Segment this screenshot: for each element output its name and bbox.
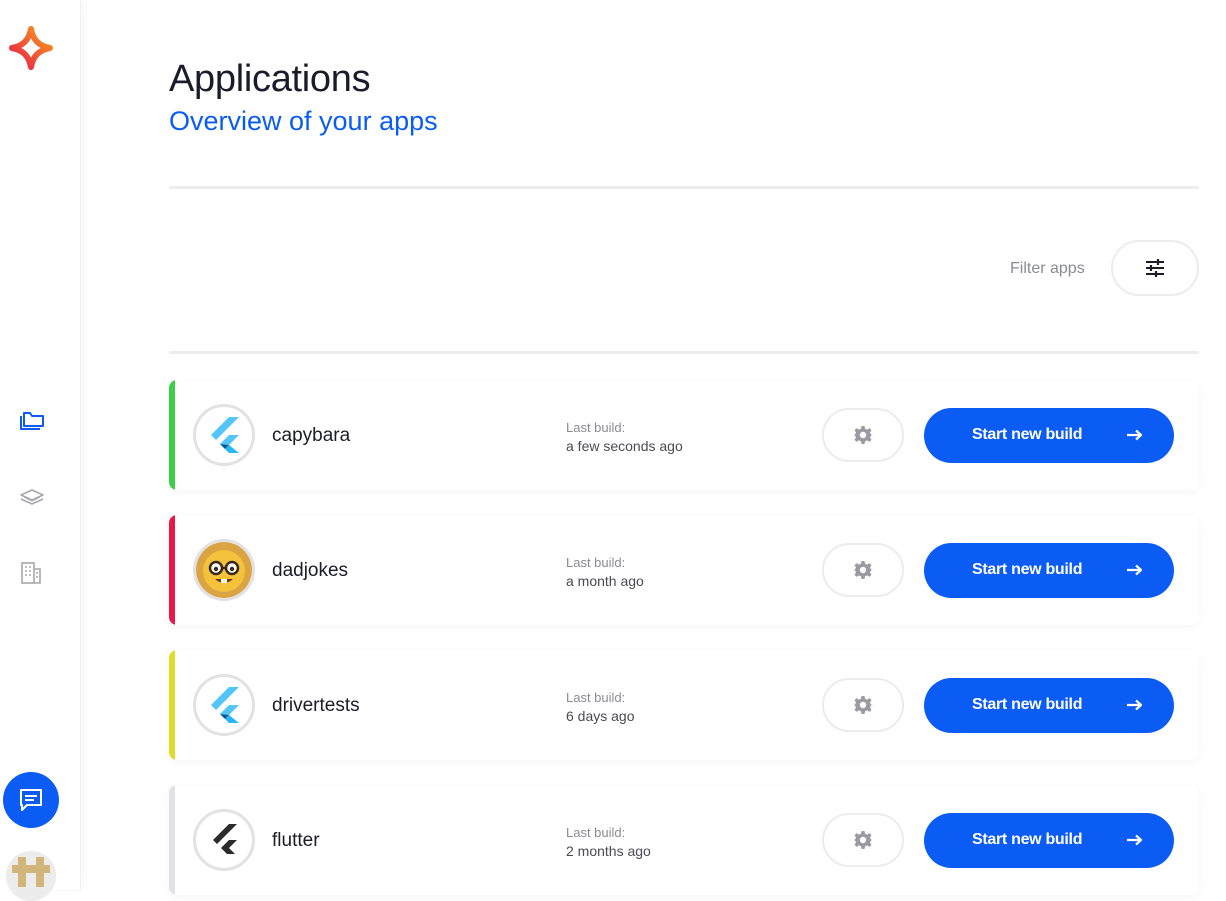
last-build-time: 2 months ago xyxy=(566,843,651,859)
last-build-label: Last build: xyxy=(566,420,626,435)
chat-icon xyxy=(20,789,42,811)
sliders-icon xyxy=(1146,259,1164,277)
app-card: flutter Last build: 2 months ago Start n… xyxy=(169,785,1199,895)
filter-button[interactable] xyxy=(1111,240,1199,296)
start-new-build-button[interactable]: Start new build xyxy=(924,678,1174,733)
start-build-label: Start new build xyxy=(972,426,1083,443)
divider xyxy=(169,186,1199,189)
app-card: dadjokes Last build: a month ago Start n… xyxy=(169,515,1199,625)
flutter-dark-icon xyxy=(193,809,255,871)
app-card: capybara Last build: a few seconds ago S… xyxy=(169,380,1199,490)
folders-icon[interactable] xyxy=(18,408,46,436)
status-accent xyxy=(169,515,175,625)
app-settings-button[interactable] xyxy=(822,543,904,597)
last-build-time: a month ago xyxy=(566,573,644,589)
arrow-right-icon xyxy=(1127,564,1143,576)
arrow-right-icon xyxy=(1127,834,1143,846)
gear-icon xyxy=(853,831,873,849)
sidebar xyxy=(0,0,81,901)
gear-icon xyxy=(853,426,873,444)
app-card: drivertests Last build: 6 days ago Start… xyxy=(169,650,1199,760)
last-build-time: 6 days ago xyxy=(566,708,635,724)
arrow-right-icon xyxy=(1127,429,1143,441)
start-new-build-button[interactable]: Start new build xyxy=(924,408,1174,463)
last-build-label: Last build: xyxy=(566,690,626,705)
gear-icon xyxy=(853,696,873,714)
nerd-face-icon xyxy=(193,539,255,601)
start-build-label: Start new build xyxy=(972,696,1083,713)
app-name[interactable]: drivertests xyxy=(272,695,360,717)
sparkle-logo-icon[interactable] xyxy=(9,26,53,70)
status-accent xyxy=(169,380,175,490)
divider xyxy=(169,351,1199,354)
app-settings-button[interactable] xyxy=(822,408,904,462)
app-settings-button[interactable] xyxy=(822,813,904,867)
app-name[interactable]: capybara xyxy=(272,425,350,447)
start-build-label: Start new build xyxy=(972,561,1083,578)
gear-icon xyxy=(853,561,873,579)
last-build-time: a few seconds ago xyxy=(566,438,683,454)
user-avatar[interactable] xyxy=(6,851,56,901)
layers-icon[interactable] xyxy=(18,484,46,512)
status-accent xyxy=(169,650,175,760)
app-name[interactable]: dadjokes xyxy=(272,560,348,582)
building-icon[interactable] xyxy=(18,559,46,587)
status-accent xyxy=(169,785,175,895)
last-build-label: Last build: xyxy=(566,555,626,570)
page-title: Applications xyxy=(169,58,371,100)
flutter-icon xyxy=(193,404,255,466)
filter-label: Filter apps xyxy=(1010,260,1085,277)
arrow-right-icon xyxy=(1127,699,1143,711)
start-new-build-button[interactable]: Start new build xyxy=(924,813,1174,868)
page-subtitle: Overview of your apps xyxy=(169,106,438,136)
start-new-build-button[interactable]: Start new build xyxy=(924,543,1174,598)
app-name[interactable]: flutter xyxy=(272,830,320,852)
chat-button[interactable] xyxy=(3,772,59,828)
app-settings-button[interactable] xyxy=(822,678,904,732)
flutter-icon xyxy=(193,674,255,736)
last-build-label: Last build: xyxy=(566,825,626,840)
start-build-label: Start new build xyxy=(972,831,1083,848)
